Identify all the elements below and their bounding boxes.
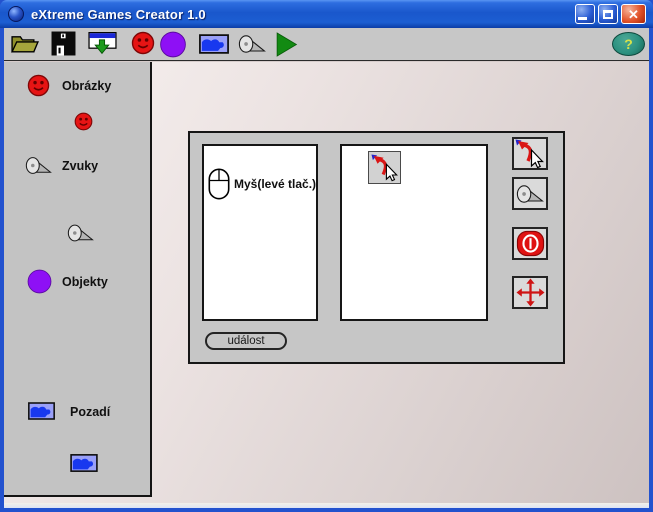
close-button[interactable]: ✕ bbox=[621, 4, 646, 24]
cursor-action-icon bbox=[371, 154, 399, 182]
add-cursor-action-button[interactable] bbox=[512, 137, 548, 170]
sidebar-images-icon-button[interactable] bbox=[27, 74, 50, 102]
horn-icon bbox=[516, 184, 544, 204]
horn-icon bbox=[238, 34, 266, 54]
power-stop-icon bbox=[516, 230, 545, 257]
close-icon: ✕ bbox=[628, 8, 639, 21]
save-button[interactable] bbox=[51, 31, 76, 61]
window-controls: ✕ bbox=[575, 4, 646, 24]
horn-icon bbox=[25, 156, 52, 175]
image-tool-button[interactable] bbox=[131, 31, 155, 60]
window-download-icon bbox=[88, 31, 117, 55]
purple-circle-icon bbox=[27, 269, 52, 294]
sound-tool-button[interactable] bbox=[238, 34, 266, 59]
minimize-button[interactable] bbox=[575, 4, 595, 24]
background-image-icon bbox=[70, 454, 98, 472]
sidebar: Obrázky Zvuky bbox=[4, 62, 152, 497]
stop-action-button[interactable] bbox=[512, 227, 548, 260]
action-item-cursor[interactable] bbox=[368, 151, 401, 184]
smiley-icon bbox=[27, 74, 50, 97]
actions-listbox[interactable] bbox=[340, 144, 488, 321]
move-action-button[interactable] bbox=[512, 276, 548, 309]
horn-icon bbox=[67, 223, 94, 243]
sidebar-sounds-icon-button[interactable] bbox=[25, 156, 52, 180]
sidebar-background-entry[interactable] bbox=[70, 454, 98, 477]
sidebar-item-images[interactable]: Obrázky bbox=[62, 79, 111, 93]
folder-open-icon bbox=[10, 31, 39, 56]
event-button[interactable]: událost bbox=[205, 332, 287, 350]
run-button[interactable] bbox=[275, 32, 298, 62]
maximize-button[interactable] bbox=[598, 4, 618, 24]
play-icon bbox=[275, 32, 298, 57]
minimize-icon bbox=[578, 17, 587, 20]
sidebar-backgrounds-icon-button[interactable] bbox=[28, 402, 55, 425]
import-window-button[interactable] bbox=[88, 31, 117, 60]
content-area: Obrázky Zvuky bbox=[4, 62, 649, 503]
sidebar-item-sounds[interactable]: Zvuky bbox=[62, 159, 98, 173]
toolbar: ? bbox=[4, 28, 649, 61]
event-item-label: Myš(levé tlač.) bbox=[234, 177, 316, 191]
smiley-icon bbox=[74, 112, 93, 131]
window-title: eXtreme Games Creator 1.0 bbox=[31, 7, 206, 22]
sidebar-item-objects[interactable]: Objekty bbox=[62, 275, 108, 289]
add-sound-action-button[interactable] bbox=[512, 177, 548, 210]
question-mark-icon: ? bbox=[624, 36, 633, 52]
help-button[interactable]: ? bbox=[612, 32, 645, 56]
open-button[interactable] bbox=[10, 31, 39, 61]
purple-circle-icon bbox=[159, 31, 187, 58]
window-bottom-edge bbox=[4, 503, 649, 508]
background-image-icon bbox=[28, 402, 55, 420]
titlebar[interactable]: eXtreme Games Creator 1.0 ✕ bbox=[0, 0, 653, 28]
app-window: eXtreme Games Creator 1.0 ✕ bbox=[0, 0, 653, 512]
events-listbox[interactable]: Myš(levé tlač.) bbox=[202, 144, 318, 321]
event-item-mouse[interactable] bbox=[208, 168, 230, 205]
window-body: ? Obrázky bbox=[0, 28, 653, 512]
maximize-icon bbox=[603, 10, 613, 19]
smiley-icon bbox=[131, 31, 155, 55]
app-icon bbox=[8, 6, 24, 22]
sidebar-objects-icon-button[interactable] bbox=[27, 269, 52, 299]
event-editor-panel: Myš(levé tlač.) bbox=[188, 131, 565, 364]
mouse-icon bbox=[208, 168, 230, 200]
background-tool-button[interactable] bbox=[199, 34, 229, 59]
move-arrows-icon bbox=[516, 278, 545, 307]
sidebar-sound-entry[interactable] bbox=[67, 223, 94, 248]
background-image-icon bbox=[199, 34, 229, 54]
cursor-action-icon bbox=[515, 139, 545, 169]
event-button-label: událost bbox=[227, 335, 264, 347]
object-tool-button[interactable] bbox=[159, 31, 187, 63]
floppy-disk-icon bbox=[51, 31, 76, 56]
sidebar-image-entry[interactable] bbox=[74, 112, 93, 136]
sidebar-item-backgrounds[interactable]: Pozadí bbox=[70, 405, 110, 419]
